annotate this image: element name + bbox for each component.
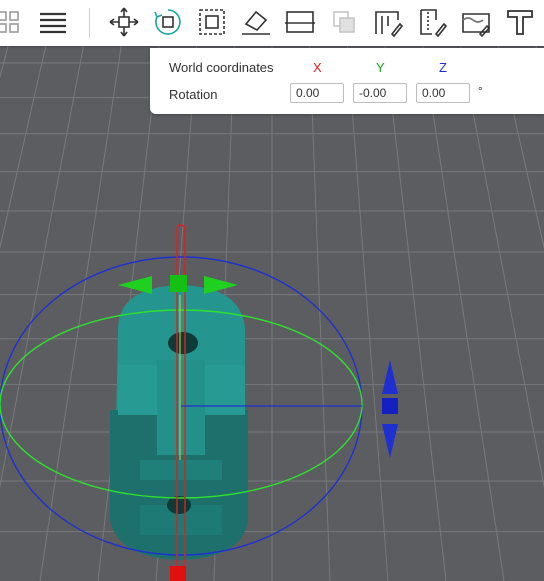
degree-unit: ° — [478, 84, 483, 98]
rotation-y-input[interactable] — [353, 83, 407, 103]
lay-on-face-icon[interactable] — [238, 4, 274, 40]
rotation-x-input[interactable] — [290, 83, 344, 103]
model-object[interactable] — [110, 285, 248, 560]
rotation-label: Rotation — [169, 87, 218, 102]
cut-icon[interactable] — [282, 4, 318, 40]
z-axis-label: Z — [439, 60, 447, 75]
coord-system-label: World coordinates — [169, 60, 274, 75]
seam-paint-icon[interactable] — [414, 4, 450, 40]
fuzzy-skin-icon[interactable] — [458, 4, 494, 40]
support-paint-icon[interactable] — [370, 4, 406, 40]
text-icon[interactable] — [502, 4, 538, 40]
rotation-z-input[interactable] — [416, 83, 470, 103]
list-icon[interactable] — [35, 4, 71, 40]
y-axis-label: Y — [376, 60, 385, 75]
arrange-icon[interactable] — [0, 4, 24, 40]
rotation-panel: World coordinates X Y Z Rotation ° — [150, 48, 544, 114]
toolbar — [0, 0, 544, 46]
x-axis-label: X — [313, 60, 322, 75]
move-icon[interactable] — [106, 4, 142, 40]
mesh-boolean-icon[interactable] — [326, 4, 362, 40]
rotate-icon[interactable] — [150, 4, 186, 40]
toolbar-divider — [89, 8, 90, 38]
scale-icon[interactable] — [194, 4, 230, 40]
